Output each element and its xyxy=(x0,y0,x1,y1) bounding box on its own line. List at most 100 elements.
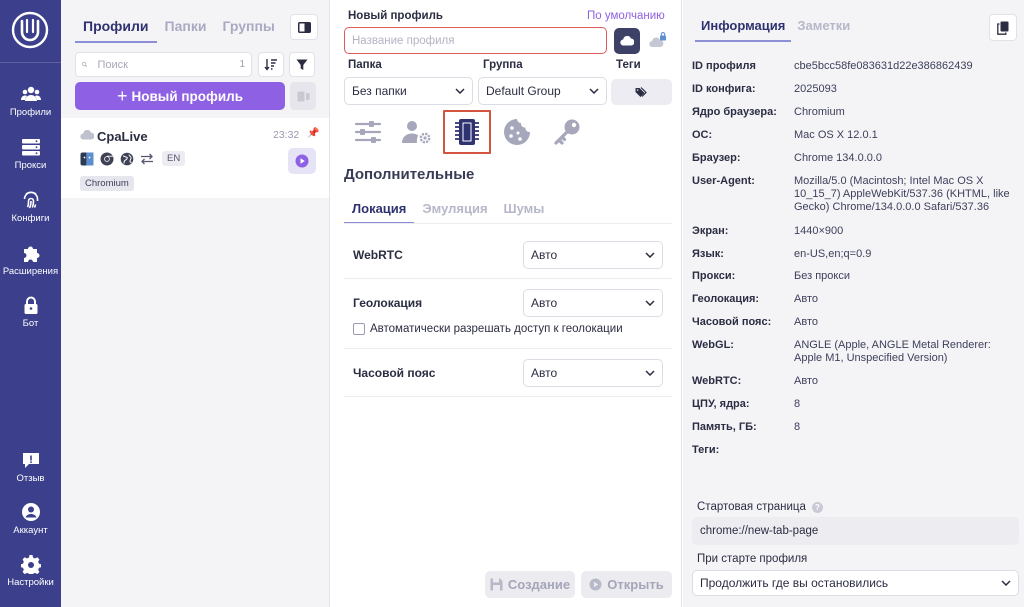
settings-icon xyxy=(20,555,41,574)
profile-meta-icons: EN xyxy=(80,151,186,166)
tab-profiles[interactable]: Профили xyxy=(75,14,157,43)
webrtc-select[interactable]: Авто xyxy=(523,241,663,269)
webrtc-value: Авто xyxy=(531,248,558,262)
info-tabs: Информация Заметки xyxy=(695,14,856,42)
row-divider xyxy=(344,396,672,397)
tab-folders[interactable]: Папки xyxy=(157,14,215,43)
info-key: ID профиля xyxy=(692,60,756,72)
nav-item-feedback[interactable]: Отзыв xyxy=(0,450,61,498)
geo-permission-checkbox[interactable] xyxy=(353,323,365,335)
info-key: ОС: xyxy=(692,129,713,141)
info-key: Геолокация: xyxy=(692,293,760,305)
chevron-down-icon xyxy=(1001,580,1011,586)
start-profile-button[interactable] xyxy=(288,148,316,174)
play-icon xyxy=(589,578,602,591)
filter-button[interactable] xyxy=(289,52,315,77)
info-key: Ядро браузера: xyxy=(692,106,777,118)
sort-button[interactable] xyxy=(258,52,284,77)
info-value: Chrome 134.0.0.0 xyxy=(794,152,883,164)
nav-item-bot[interactable]: Бот xyxy=(0,295,61,343)
info-value: 8 xyxy=(794,398,801,410)
search-count: 1 xyxy=(239,59,245,70)
section-title: Дополнительные xyxy=(344,166,475,183)
geo-permission-row[interactable]: Автоматически разрешать доступ к геолока… xyxy=(353,323,623,335)
info-key: ID конфига: xyxy=(692,83,756,95)
category-general[interactable] xyxy=(350,114,386,150)
cloud-icon xyxy=(80,130,94,140)
group-value: Default Group xyxy=(486,84,561,98)
geolocation-select[interactable]: Авто xyxy=(523,289,663,317)
on-start-value: Продолжить где вы остановились xyxy=(700,576,889,590)
chevron-down-icon xyxy=(589,88,599,94)
nav-label: Конфиги xyxy=(11,213,50,224)
geolocation-value: Авто xyxy=(531,296,558,310)
nav-label: Аккаунт xyxy=(13,525,48,536)
tab-groups[interactable]: Группы xyxy=(214,14,282,43)
category-hardware[interactable] xyxy=(443,110,491,154)
profiles-panel: Профили Папки Группы 1 + Новый профиль C… xyxy=(61,0,330,607)
nav-item-settings[interactable]: Настройки xyxy=(0,554,61,602)
nav-label: Отзыв xyxy=(16,473,45,484)
info-key: Язык: xyxy=(692,248,724,260)
new-profile-button[interactable]: + Новый профиль xyxy=(75,82,285,110)
batch-action-button[interactable] xyxy=(290,82,316,110)
engine-badge: Chromium xyxy=(80,176,134,191)
nav-item-proxy[interactable]: Прокси xyxy=(0,137,61,185)
profile-row[interactable]: CpaLive 23:32 📌 EN Chromium xyxy=(61,118,329,198)
info-value: Авто xyxy=(794,375,818,387)
tab-emulation[interactable]: Эмуляция xyxy=(414,198,495,224)
folder-select[interactable]: Без папки xyxy=(344,77,473,105)
tab-notes[interactable]: Заметки xyxy=(791,14,856,42)
open-button[interactable]: Открыть xyxy=(581,571,672,598)
chevron-down-icon xyxy=(645,300,655,306)
tab-noise[interactable]: Шумы xyxy=(496,198,553,224)
nav-item-account[interactable]: Аккаунт xyxy=(0,502,61,550)
profile-editor: Новый профиль По умолчанию Папка Без пап… xyxy=(331,0,682,607)
user-settings-icon xyxy=(402,121,431,144)
tags-button[interactable] xyxy=(611,79,672,105)
nav-divider xyxy=(0,62,61,63)
on-start-select[interactable]: Продолжить где вы остановились xyxy=(692,570,1019,596)
nav-item-configs[interactable]: Конфиги xyxy=(0,190,61,238)
start-page-input[interactable] xyxy=(692,517,1019,545)
cloud-lock-icon[interactable] xyxy=(649,32,667,48)
tab-information[interactable]: Информация xyxy=(695,14,792,42)
pin-icon[interactable]: 📌 xyxy=(307,128,319,139)
filter-icon xyxy=(296,59,308,70)
key-icon xyxy=(554,119,580,145)
profile-name-input[interactable] xyxy=(344,27,607,54)
folder-value: Без папки xyxy=(352,84,407,98)
main-nav: Профили Прокси Конфиги Расширения Бот От… xyxy=(0,0,61,607)
timezone-select[interactable]: Авто xyxy=(523,359,663,387)
create-button[interactable]: Создание xyxy=(485,571,575,598)
info-key: WebGL: xyxy=(692,339,734,351)
help-icon[interactable]: ? xyxy=(811,501,823,513)
on-start-label: При старте профиля xyxy=(697,553,808,565)
subtabs-divider xyxy=(344,223,672,224)
nav-item-profiles[interactable]: Профили xyxy=(0,84,61,132)
folder-label: Папка xyxy=(348,59,382,71)
category-cookies[interactable] xyxy=(499,114,535,150)
search-box: 1 xyxy=(75,52,252,77)
category-keys[interactable] xyxy=(549,114,585,150)
nav-label: Расширения xyxy=(2,266,59,277)
info-value: 8 xyxy=(794,421,801,433)
chevron-down-icon xyxy=(455,88,465,94)
nav-item-extensions[interactable]: Расширения xyxy=(0,243,61,291)
info-value: Mac OS X 12.0.1 xyxy=(794,129,878,141)
profile-time: 23:32 xyxy=(273,129,300,141)
cloud-sync-button[interactable] xyxy=(614,28,640,54)
puzzle-icon xyxy=(23,246,39,262)
advanced-subtabs: Локация Эмуляция Шумы xyxy=(344,198,552,224)
start-page-label: Стартовая страница xyxy=(697,501,806,513)
search-input[interactable] xyxy=(97,58,240,71)
chip-icon xyxy=(455,119,479,145)
tab-location[interactable]: Локация xyxy=(344,198,415,224)
copy-info-button[interactable] xyxy=(989,14,1017,41)
group-select[interactable]: Default Group xyxy=(478,77,607,105)
timezone-label: Часовой пояс xyxy=(353,366,436,380)
collapse-panel-button[interactable] xyxy=(290,14,318,40)
nav-label: Прокси xyxy=(14,160,47,171)
defaults-link[interactable]: По умолчанию xyxy=(587,10,665,22)
category-identity[interactable] xyxy=(399,114,435,150)
